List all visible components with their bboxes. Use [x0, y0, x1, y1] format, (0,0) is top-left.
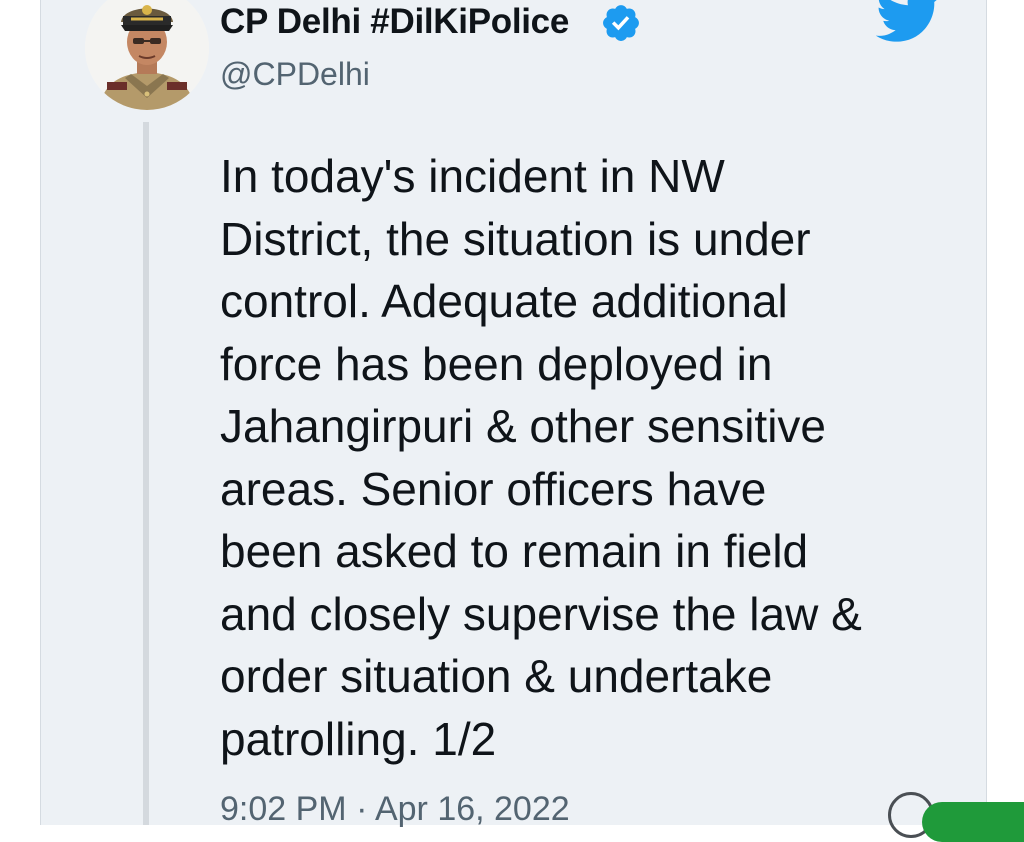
tweet-timestamp[interactable]: 9:02 PM · Apr 16, 2022 — [220, 790, 570, 829]
tweet-text: In today's incident in NW District, the … — [220, 150, 862, 765]
author-display-name[interactable]: CP Delhi #DilKiPolice — [220, 2, 569, 42]
twitter-bird-icon[interactable] — [876, 0, 942, 46]
thread-line — [143, 122, 149, 825]
verified-badge-icon — [603, 5, 639, 41]
author-handle[interactable]: @CPDelhi — [220, 56, 370, 93]
floating-action-button[interactable] — [922, 802, 1024, 842]
